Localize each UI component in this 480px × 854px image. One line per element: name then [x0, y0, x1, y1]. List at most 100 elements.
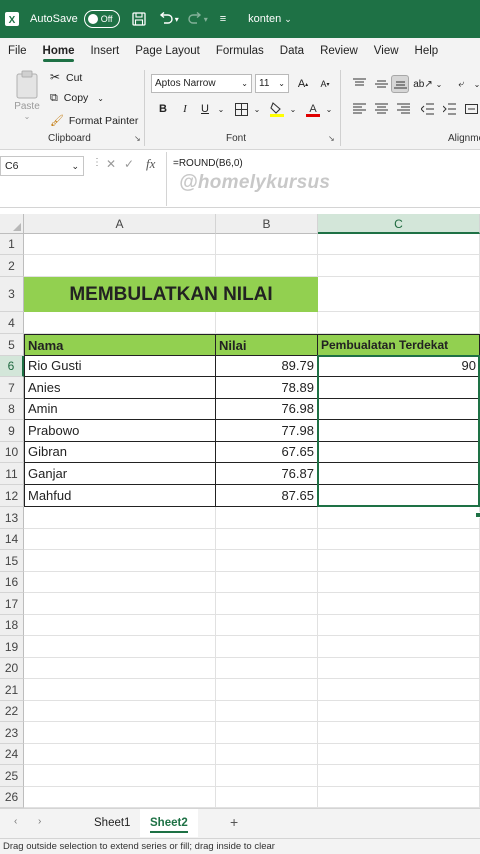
- grid-cell[interactable]: [24, 615, 216, 636]
- grid-cell[interactable]: [216, 593, 318, 615]
- font-color-dropdown-icon[interactable]: ⌄: [320, 100, 338, 118]
- row-header[interactable]: 5: [0, 334, 24, 356]
- align-left-icon[interactable]: [350, 100, 368, 118]
- grid-cell[interactable]: [24, 636, 216, 658]
- grid-cell[interactable]: [318, 765, 480, 787]
- align-middle-icon[interactable]: [372, 75, 390, 93]
- insert-function-icon[interactable]: fx: [146, 156, 155, 172]
- tab-formulas[interactable]: Formulas: [208, 38, 272, 64]
- file-name[interactable]: konten: [248, 13, 281, 25]
- row-header[interactable]: 23: [0, 722, 24, 744]
- grid-cell[interactable]: [216, 507, 318, 529]
- cell-nilai[interactable]: 78.89: [216, 377, 318, 399]
- row-header[interactable]: 9: [0, 420, 24, 442]
- underline-dropdown-icon[interactable]: ⌄: [212, 100, 230, 118]
- grid-cell[interactable]: [318, 529, 480, 550]
- grid-cell[interactable]: [318, 615, 480, 636]
- header-nilai[interactable]: Nilai: [216, 334, 318, 356]
- cell-nama[interactable]: Gibran: [24, 442, 216, 463]
- grid-cell[interactable]: [216, 529, 318, 550]
- cell-nama[interactable]: Amin: [24, 399, 216, 420]
- save-icon[interactable]: [132, 12, 146, 26]
- cell-nilai[interactable]: 76.98: [216, 399, 318, 420]
- redo-icon[interactable]: [187, 12, 203, 26]
- scroll-right-icon[interactable]: ›: [38, 816, 41, 827]
- grid-cell[interactable]: [24, 572, 216, 593]
- row-header[interactable]: 4: [0, 312, 24, 334]
- tab-page-layout[interactable]: Page Layout: [127, 38, 208, 64]
- cell-nilai[interactable]: 87.65: [216, 485, 318, 507]
- row-header[interactable]: 24: [0, 744, 24, 765]
- cell-pembulatan[interactable]: [318, 420, 480, 442]
- font-name-select[interactable]: Aptos Narrow ⌄: [151, 74, 252, 93]
- grid-cell[interactable]: [216, 787, 318, 808]
- orientation-dropdown-icon[interactable]: ⌄: [430, 75, 448, 93]
- align-right-icon[interactable]: [394, 100, 412, 118]
- copy-button[interactable]: ⧉ Copy ⌄: [50, 92, 104, 105]
- row-header[interactable]: 25: [0, 765, 24, 787]
- grid-cell[interactable]: [216, 679, 318, 701]
- formula-bar-grip-icon[interactable]: ⋮: [92, 157, 102, 168]
- cell-nilai[interactable]: 67.65: [216, 442, 318, 463]
- grid-cell[interactable]: [216, 722, 318, 744]
- grid-cell[interactable]: [318, 722, 480, 744]
- grid-cell[interactable]: [24, 679, 216, 701]
- cell-pembulatan[interactable]: [318, 442, 480, 463]
- grid-cell[interactable]: [318, 507, 480, 529]
- undo-icon[interactable]: [158, 12, 174, 26]
- grid-cell[interactable]: [24, 550, 216, 572]
- clipboard-dialog-launcher-icon[interactable]: ↘: [134, 134, 141, 143]
- fill-color-dropdown-icon[interactable]: ⌄: [284, 100, 302, 118]
- cell-pembulatan[interactable]: 90: [318, 356, 480, 377]
- sheet-tab-sheet2[interactable]: Sheet2: [140, 809, 198, 837]
- grid-cell[interactable]: [318, 572, 480, 593]
- formula-input[interactable]: =ROUND(B6,0) @homelykursus: [166, 152, 480, 206]
- copy-dropdown-icon[interactable]: ⌄: [97, 94, 104, 103]
- paste-button[interactable]: Paste ⌄: [10, 70, 44, 126]
- name-box-chevron-down-icon[interactable]: ⌄: [71, 157, 79, 175]
- italic-button[interactable]: I: [176, 100, 194, 118]
- font-dialog-launcher-icon[interactable]: ↘: [328, 134, 335, 143]
- row-header[interactable]: 11: [0, 463, 24, 485]
- row-header[interactable]: 13: [0, 507, 24, 529]
- align-bottom-icon[interactable]: [391, 75, 409, 93]
- decrease-font-size-icon[interactable]: A ▾: [316, 75, 334, 93]
- grid-cell[interactable]: [24, 658, 216, 679]
- row-header[interactable]: 12: [0, 485, 24, 507]
- grid-cell[interactable]: [216, 765, 318, 787]
- grid-cell[interactable]: [24, 234, 216, 255]
- tab-view[interactable]: View: [366, 38, 407, 64]
- tab-insert[interactable]: Insert: [82, 38, 127, 64]
- grid-cell[interactable]: [318, 550, 480, 572]
- autosave-toggle[interactable]: Off: [83, 10, 120, 28]
- wrap-text-dropdown-icon[interactable]: ⌄: [468, 75, 480, 93]
- grid-cell[interactable]: [24, 255, 216, 277]
- column-header-c[interactable]: C: [318, 214, 480, 234]
- row-header[interactable]: 17: [0, 593, 24, 615]
- font-size-select[interactable]: 11 ⌄: [255, 74, 289, 93]
- grid-cell[interactable]: [24, 593, 216, 615]
- row-header[interactable]: 3: [0, 277, 24, 312]
- grid-cell[interactable]: [216, 744, 318, 765]
- cut-button[interactable]: ✂ Cut: [50, 70, 82, 84]
- grid-cell[interactable]: [24, 722, 216, 744]
- row-header[interactable]: 7: [0, 377, 24, 399]
- add-sheet-button[interactable]: +: [230, 814, 238, 830]
- row-header[interactable]: 22: [0, 701, 24, 722]
- confirm-entry-icon[interactable]: ✓: [124, 157, 134, 171]
- cell-pembulatan[interactable]: [318, 463, 480, 485]
- grid-cell[interactable]: [318, 701, 480, 722]
- grid-cell[interactable]: [24, 507, 216, 529]
- grid-cell[interactable]: [318, 255, 480, 277]
- select-all-button[interactable]: [0, 214, 24, 234]
- grid-cell[interactable]: [318, 744, 480, 765]
- row-header[interactable]: 19: [0, 636, 24, 658]
- tab-help[interactable]: Help: [407, 38, 447, 64]
- column-header-b[interactable]: B: [216, 214, 318, 234]
- cell-nilai[interactable]: 89.79: [216, 356, 318, 377]
- row-header[interactable]: 1: [0, 234, 24, 255]
- header-nama[interactable]: Nama: [24, 334, 216, 356]
- grid-cell[interactable]: [24, 312, 216, 334]
- cell-pembulatan[interactable]: [318, 485, 480, 507]
- grid-cell[interactable]: [24, 787, 216, 808]
